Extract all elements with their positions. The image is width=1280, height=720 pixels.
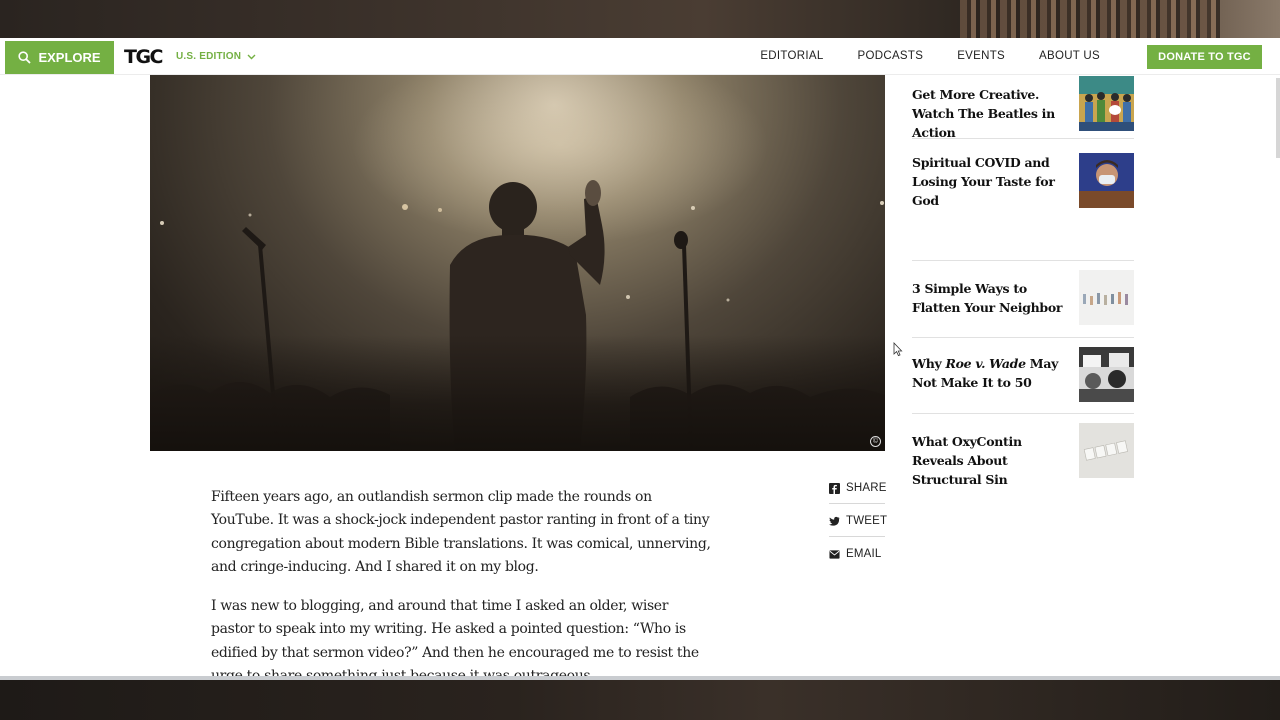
nav-link-about-us[interactable]: ABOUT US	[1039, 50, 1100, 62]
nav-link-editorial[interactable]: EDITORIAL	[760, 50, 823, 62]
copyright-badge[interactable]: ©	[870, 436, 881, 447]
sidebar-item-beatles[interactable]: Get More Creative. Watch The Beatles in …	[912, 76, 1134, 142]
edition-selector[interactable]: U.S. EDITION	[176, 51, 256, 62]
top-nav: EXPLORE TGC U.S. EDITION EDITORIAL PODCA…	[0, 38, 1280, 75]
sidebar-item-title[interactable]: Why Roe v. Wade May Not Make It to 50	[912, 347, 1072, 402]
email-label: EMAIL	[846, 548, 882, 560]
sidebar-divider	[912, 260, 1134, 261]
hero-image: ©	[150, 75, 885, 451]
nav-link-podcasts[interactable]: PODCASTS	[858, 50, 924, 62]
sidebar-divider	[912, 413, 1134, 414]
share-label: SHARE	[846, 482, 887, 494]
sidebar-item-flatten-neighbor[interactable]: 3 Simple Ways to Flatten Your Neighbor	[912, 270, 1134, 325]
sidebar-divider	[912, 337, 1134, 338]
sidebar-item-title[interactable]: 3 Simple Ways to Flatten Your Neighbor	[912, 270, 1072, 325]
share-email-button[interactable]: EMAIL	[829, 544, 885, 564]
sidebar-item-spiritual-covid[interactable]: Spiritual COVID and Losing Your Taste fo…	[912, 153, 1134, 210]
article-paragraph: Fifteen years ago, an outlandish sermon …	[211, 489, 711, 575]
share-twitter-button[interactable]: TWEET	[829, 511, 888, 531]
explore-label: EXPLORE	[38, 50, 101, 65]
edition-label: U.S. EDITION	[176, 51, 242, 62]
crowd-shadow	[150, 335, 885, 451]
title-prefix: Why	[912, 356, 946, 371]
masked-person-thumbnail	[1079, 153, 1134, 208]
beatles-thumbnail	[1079, 76, 1134, 131]
share-facebook-button[interactable]: SHARE	[829, 478, 887, 498]
article-paragraph: I was new to blogging, and around that t…	[211, 598, 699, 676]
bookshelf-background	[960, 0, 1220, 38]
sidebar-item-title[interactable]: Get More Creative. Watch The Beatles in …	[912, 76, 1072, 142]
site-logo[interactable]: TGC	[124, 46, 164, 68]
help-letters-thumbnail	[1079, 423, 1134, 478]
video-frame-bottom	[0, 676, 1280, 720]
sidebar-item-title[interactable]: What OxyContin Reveals About Structural …	[912, 423, 1072, 489]
title-emphasis: Roe v. Wade	[945, 356, 1026, 371]
tweet-label: TWEET	[846, 515, 888, 527]
donate-button[interactable]: DONATE TO TGC	[1147, 45, 1262, 69]
frame-edge-line	[0, 676, 1280, 680]
sidebar-divider	[912, 138, 1134, 139]
chevron-down-icon	[247, 54, 256, 59]
nav-links: EDITORIAL PODCASTS EVENTS ABOUT US	[760, 50, 1100, 62]
protest-thumbnail	[1079, 347, 1134, 402]
video-frame-top	[0, 0, 1280, 38]
scrollbar-thumb[interactable]	[1276, 78, 1280, 158]
sidebar-item-oxycontin[interactable]: What OxyContin Reveals About Structural …	[912, 423, 1134, 489]
sidebar-item-title[interactable]: Spiritual COVID and Losing Your Taste fo…	[912, 153, 1072, 210]
twitter-icon	[829, 516, 840, 526]
share-divider	[829, 503, 885, 504]
article-body: Fifteen years ago, an outlandish sermon …	[211, 486, 711, 676]
small-figures-thumbnail	[1079, 270, 1134, 325]
share-divider	[829, 536, 885, 537]
nav-link-events[interactable]: EVENTS	[957, 50, 1005, 62]
explore-button[interactable]: EXPLORE	[5, 41, 114, 74]
mouse-cursor-icon	[893, 342, 903, 357]
search-icon	[18, 51, 32, 64]
sidebar-item-roe-v-wade[interactable]: Why Roe v. Wade May Not Make It to 50	[912, 347, 1134, 402]
browser-page: EXPLORE TGC U.S. EDITION EDITORIAL PODCA…	[0, 38, 1280, 676]
email-icon	[829, 549, 840, 559]
facebook-icon	[829, 482, 840, 494]
